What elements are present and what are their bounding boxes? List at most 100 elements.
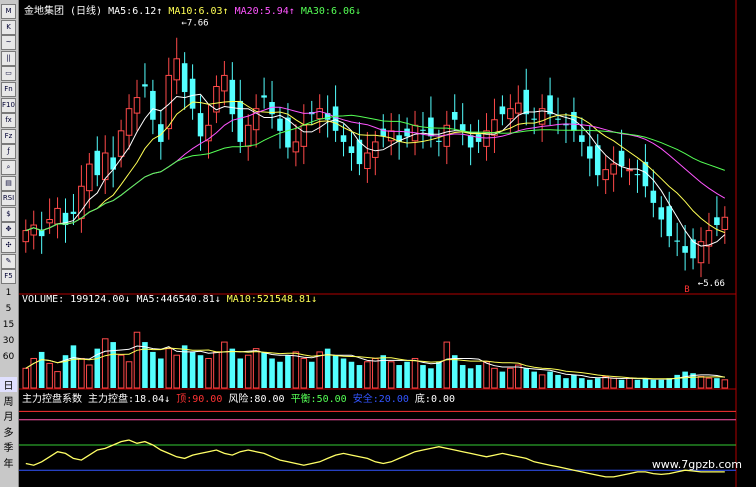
candle-body-down (340, 135, 347, 142)
zoom-button[interactable]: ✣ (1, 238, 16, 253)
balance-value: 50.00 (316, 394, 347, 405)
candle-body-down (451, 111, 458, 120)
interval-1-min[interactable]: 1 (0, 288, 17, 298)
interval-15-min[interactable]: 15 (0, 320, 17, 330)
bar-chart-button[interactable]: || (1, 50, 16, 66)
rsi-button[interactable]: RSI (1, 191, 16, 207)
interval-5-min[interactable]: 5 (0, 304, 17, 314)
ma30-value: 6.06↓ (330, 6, 362, 17)
candle-body-down (658, 207, 665, 220)
draw-button[interactable]: ✎ (1, 253, 16, 269)
volume-bar-up (387, 361, 395, 389)
volume-bar-down (428, 368, 434, 388)
period-5[interactable]: 年 (0, 455, 17, 470)
interval-30-min[interactable]: 30 (0, 336, 17, 346)
volume-bar-up (300, 357, 308, 389)
line-chart-button[interactable]: ~ (1, 35, 16, 51)
high-price-label: ←7.66 (181, 19, 208, 29)
volume-bar-down (277, 361, 283, 388)
minute-chart-button[interactable]: M (1, 4, 16, 19)
candle-body-down (197, 113, 204, 137)
period-2[interactable]: 月 (0, 408, 17, 423)
top-label: 顶: (176, 394, 193, 405)
volume-bar-up (133, 331, 141, 389)
interval-60-min[interactable]: 60 (0, 352, 17, 362)
volume-bar-down (650, 379, 657, 388)
candle-body-up (602, 169, 609, 181)
volume-bar-down (674, 374, 680, 388)
candle-body-up (316, 108, 323, 120)
candle-body-down (579, 135, 585, 142)
f10-button[interactable]: F10 (1, 97, 16, 113)
fiz-button[interactable]: Fz (1, 128, 16, 144)
control-label: 主力控盘: (88, 394, 135, 405)
safe-label: 安全: (352, 394, 379, 405)
candle-body-up (610, 163, 617, 175)
period-3[interactable]: 多 (0, 424, 17, 439)
fx-button[interactable]: fx (1, 113, 16, 129)
volume-bar-down (618, 379, 625, 388)
volume-bar-down (436, 361, 442, 388)
volume-bar-down (158, 358, 164, 388)
volume-bar-up (411, 357, 419, 389)
top-value: 90.00 (192, 394, 223, 405)
candle-body-down (650, 190, 657, 203)
candle-body-up (626, 169, 633, 172)
volume-bar-down (70, 345, 77, 388)
monitor-button[interactable]: ▤ (1, 175, 16, 191)
volume-bar-down (571, 374, 577, 388)
volume-bar-down (523, 368, 530, 388)
risk-label: 风险: (228, 394, 255, 405)
period-0[interactable]: 日 (0, 377, 17, 392)
volume-bar-up (125, 361, 133, 389)
balance-label: 平衡: (290, 394, 317, 405)
period-4[interactable]: 季 (0, 439, 17, 454)
volume-bar-up (78, 357, 85, 389)
ma20-label: MA20: (234, 6, 265, 17)
candle-body-down (189, 78, 196, 109)
kline-button[interactable]: K (1, 19, 16, 35)
func-button[interactable]: ƒ (1, 144, 16, 160)
volume-bar-down (269, 358, 275, 388)
volume-bar-down (150, 351, 156, 388)
candle-body-up (54, 207, 61, 225)
volume-bar-up (697, 376, 705, 389)
candle-body-down (674, 240, 680, 242)
move-button[interactable]: ✥ (1, 222, 16, 238)
dollar-button[interactable]: $ (1, 206, 16, 222)
search-button[interactable]: ⌕ (1, 160, 16, 175)
volume-bar-up (507, 367, 514, 389)
volume-bar-up (364, 361, 371, 389)
volume-bar-down (579, 378, 585, 388)
volume-bar-up (117, 354, 125, 389)
control-value: 18.04↓ (134, 394, 171, 405)
candle-body-down (594, 145, 601, 176)
kline-chart[interactable]: ←7.66←5.66B5040302010 (19, 0, 756, 487)
volume-bar-down (420, 365, 426, 388)
candle-body-up (125, 108, 133, 136)
volume-bar-up (165, 348, 173, 389)
volume-bar-down (714, 378, 720, 388)
candle-body-up (221, 74, 228, 92)
candle-body-down (237, 100, 244, 142)
fund-button[interactable]: Fn (1, 82, 16, 97)
ma30-label: MA30: (300, 6, 331, 17)
indicator-header: 主力控盘系数 主力控盘:18.04↓ 顶:90.00 风险:80.00 平衡:5… (22, 390, 455, 405)
candle-body-down (94, 150, 101, 176)
vol-ma5-label: MA5: (136, 294, 161, 305)
volume-bar-down (658, 379, 665, 388)
candle-body-down (459, 124, 466, 131)
period-1[interactable]: 周 (0, 393, 17, 408)
volume-bar-down (340, 358, 347, 388)
volume-bar-down (682, 371, 688, 388)
candle-body-up (133, 97, 141, 114)
volume-label: VOLUME: (22, 294, 65, 305)
f5-button[interactable]: F5 (1, 269, 16, 285)
candle-body-up (300, 124, 308, 147)
volume-bar-down (459, 365, 466, 388)
volume-bar-down (332, 355, 339, 388)
candle-body-up (372, 141, 379, 158)
volume-bar-down (285, 355, 291, 388)
volume-bar-down (634, 379, 641, 388)
window-button[interactable]: ▭ (1, 66, 16, 82)
